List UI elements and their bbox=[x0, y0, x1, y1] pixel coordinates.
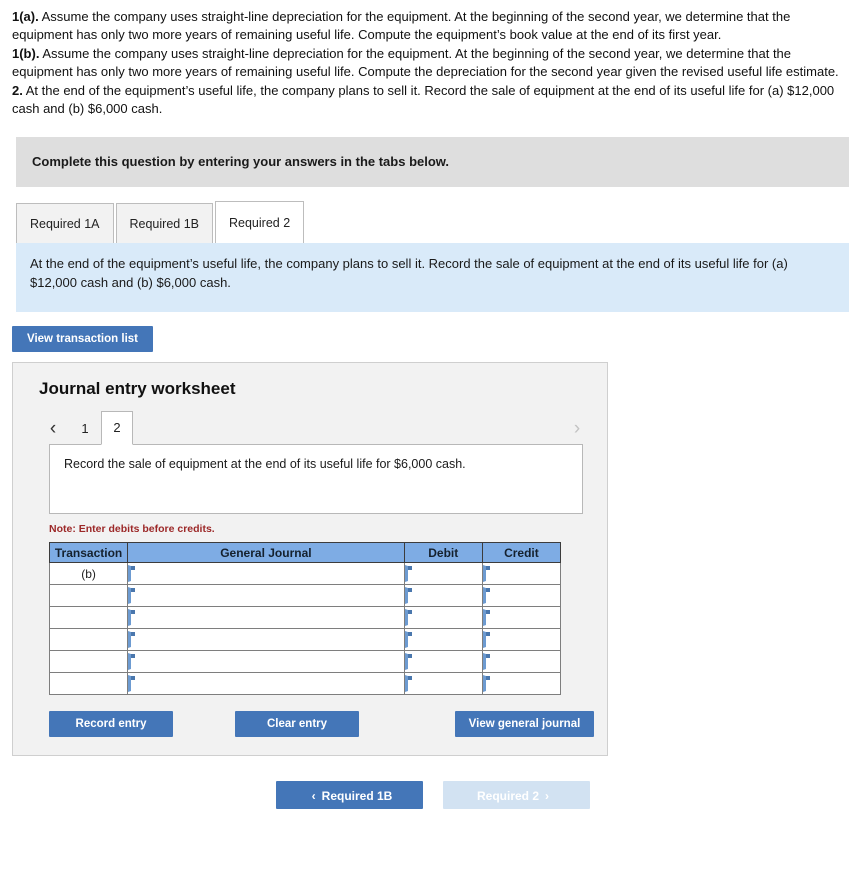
requirement-description-banner: At the end of the equipment’s useful lif… bbox=[16, 242, 849, 313]
table-row bbox=[48, 650, 562, 674]
credit-input[interactable] bbox=[482, 653, 560, 671]
question-prompt: 1(a). Assume the company uses straight-l… bbox=[0, 0, 865, 123]
general-journal-input[interactable] bbox=[128, 631, 404, 649]
table-row bbox=[48, 606, 562, 630]
pager-next-icon[interactable]: › bbox=[561, 413, 593, 445]
debit-cell[interactable] bbox=[403, 672, 483, 696]
journal-table-wrapper: Transaction General Journal Debit Credit… bbox=[48, 542, 607, 696]
tab-required-1a[interactable]: Required 1A bbox=[16, 202, 114, 243]
prompt-label-1a: 1(a). bbox=[12, 9, 39, 24]
worksheet-title: Journal entry worksheet bbox=[39, 379, 236, 399]
debits-before-credits-note: Note: Enter debits before credits. bbox=[49, 523, 215, 536]
general-journal-input[interactable] bbox=[128, 675, 404, 693]
debit-input[interactable] bbox=[404, 587, 482, 605]
prompt-line-2: 2. At the end of the equipment’s useful … bbox=[12, 82, 853, 119]
journal-table-body: (b) bbox=[48, 562, 562, 696]
view-transaction-list-button[interactable]: View transaction list bbox=[12, 326, 153, 353]
debit-input[interactable] bbox=[404, 631, 482, 649]
transaction-cell bbox=[48, 584, 129, 608]
table-row bbox=[48, 672, 562, 696]
debit-input[interactable] bbox=[404, 609, 482, 627]
general-journal-cell[interactable] bbox=[127, 562, 405, 586]
nav-next-label: Required 2 bbox=[476, 789, 539, 804]
table-row: (b) bbox=[48, 562, 562, 586]
journal-table-header-row: Transaction General Journal Debit Credit bbox=[48, 542, 562, 564]
general-journal-cell[interactable] bbox=[127, 584, 405, 608]
general-journal-cell[interactable] bbox=[127, 672, 405, 696]
worksheet-action-buttons: Record entry Clear entry View general jo… bbox=[49, 711, 595, 738]
tab-required-1b[interactable]: Required 1B bbox=[115, 202, 213, 243]
general-journal-input[interactable] bbox=[128, 565, 404, 583]
credit-cell[interactable] bbox=[481, 628, 562, 652]
transaction-cell bbox=[48, 628, 129, 652]
prompt-text-2: At the end of the equipment’s useful lif… bbox=[12, 82, 835, 117]
credit-input[interactable] bbox=[482, 675, 560, 693]
transaction-cell bbox=[48, 650, 129, 674]
worksheet-description-text: Record the sale of equipment at the end … bbox=[64, 457, 466, 472]
bottom-navigation: ‹ Required 1B Required 2 › bbox=[0, 781, 865, 810]
transaction-cell bbox=[48, 672, 129, 696]
general-journal-cell[interactable] bbox=[127, 606, 405, 630]
general-journal-input[interactable] bbox=[128, 653, 404, 671]
table-row bbox=[48, 584, 562, 608]
journal-entry-table: Transaction General Journal Debit Credit… bbox=[48, 542, 562, 696]
transaction-cell bbox=[48, 606, 129, 630]
nav-prev-label: Required 1B bbox=[321, 789, 393, 804]
chevron-left-icon: ‹ bbox=[311, 789, 316, 804]
credit-cell[interactable] bbox=[481, 584, 562, 608]
credit-cell[interactable] bbox=[481, 672, 562, 696]
table-row bbox=[48, 628, 562, 652]
credit-input[interactable] bbox=[482, 631, 560, 649]
transaction-cell: (b) bbox=[48, 562, 129, 586]
prompt-text-1a: Assume the company uses straight-line de… bbox=[12, 9, 791, 43]
credit-cell[interactable] bbox=[481, 650, 562, 674]
prompt-text-1b: Assume the company uses straight-line de… bbox=[12, 45, 839, 80]
requirement-description-text: At the end of the equipment’s useful lif… bbox=[30, 255, 788, 290]
instruction-banner: Complete this question by entering your … bbox=[16, 136, 849, 187]
worksheet-pager: ‹ 1 2 › bbox=[37, 411, 593, 446]
debit-cell[interactable] bbox=[403, 650, 483, 674]
pager-prev-icon[interactable]: ‹ bbox=[37, 413, 69, 445]
nav-prev-required-1b-button[interactable]: ‹ Required 1B bbox=[275, 781, 423, 810]
view-general-journal-button[interactable]: View general journal bbox=[455, 711, 594, 738]
credit-input[interactable] bbox=[482, 609, 560, 627]
general-journal-cell[interactable] bbox=[127, 650, 405, 674]
debit-input[interactable] bbox=[404, 675, 482, 693]
general-journal-input[interactable] bbox=[128, 609, 404, 627]
prompt-label-1b: 1(b). bbox=[12, 45, 40, 61]
prompt-line-1a: 1(a). Assume the company uses straight-l… bbox=[12, 8, 853, 45]
journal-entry-worksheet-panel: Journal entry worksheet ‹ 1 2 › Record t… bbox=[12, 362, 608, 757]
debit-input[interactable] bbox=[404, 653, 482, 671]
worksheet-description-box: Record the sale of equipment at the end … bbox=[49, 444, 583, 515]
credit-cell[interactable] bbox=[481, 606, 562, 630]
instruction-banner-text: Complete this question by entering your … bbox=[32, 154, 450, 170]
requirement-tabs: Required 1A Required 1B Required 2 bbox=[16, 200, 849, 243]
column-header-general-journal: General Journal bbox=[127, 542, 405, 564]
column-header-transaction: Transaction bbox=[48, 542, 129, 564]
debit-cell[interactable] bbox=[403, 562, 483, 586]
chevron-right-icon: › bbox=[545, 789, 549, 804]
credit-cell[interactable] bbox=[481, 562, 562, 586]
debit-cell[interactable] bbox=[403, 628, 483, 652]
record-entry-button[interactable]: Record entry bbox=[49, 711, 173, 738]
prompt-line-1b: 1(b). Assume the company uses straight-l… bbox=[12, 45, 853, 82]
debit-cell[interactable] bbox=[403, 584, 483, 608]
general-journal-cell[interactable] bbox=[127, 628, 405, 652]
column-header-credit: Credit bbox=[481, 542, 562, 564]
general-journal-input[interactable] bbox=[128, 587, 404, 605]
tab-required-2[interactable]: Required 2 bbox=[215, 200, 305, 243]
debit-input[interactable] bbox=[404, 565, 482, 583]
pager-page-1[interactable]: 1 bbox=[69, 413, 101, 445]
clear-entry-button[interactable]: Clear entry bbox=[235, 711, 359, 738]
column-header-debit: Debit bbox=[403, 542, 483, 564]
debit-cell[interactable] bbox=[403, 606, 483, 630]
pager-page-2[interactable]: 2 bbox=[101, 411, 133, 446]
nav-next-required-2-button[interactable]: Required 2 › bbox=[442, 781, 590, 810]
credit-input[interactable] bbox=[482, 565, 560, 583]
credit-input[interactable] bbox=[482, 587, 560, 605]
prompt-label-2: 2. bbox=[12, 82, 23, 98]
